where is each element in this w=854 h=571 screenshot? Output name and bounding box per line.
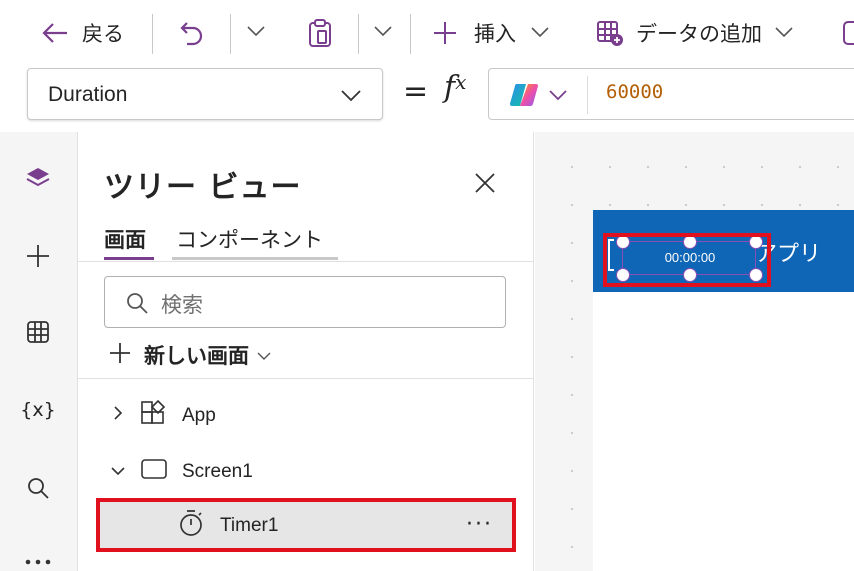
toolbar-separator: [230, 14, 231, 54]
undo-dropdown-chevron-icon[interactable]: [246, 20, 266, 40]
divider: [78, 261, 534, 262]
table-add-icon: [596, 19, 624, 47]
chevron-down-icon: [110, 461, 126, 483]
new-screen-button[interactable]: 新しい画面: [108, 338, 271, 372]
more-icon[interactable]: [22, 546, 54, 571]
search-placeholder: 検索: [161, 293, 203, 317]
annotation-highlight: [603, 233, 771, 287]
undo-button[interactable]: [178, 14, 206, 52]
node-label: Screen1: [182, 461, 253, 482]
clipboard-icon: [306, 18, 334, 48]
close-icon[interactable]: [474, 172, 496, 198]
tree-node-app[interactable]: App: [112, 396, 216, 436]
toolbar-separator: [152, 14, 153, 54]
paste-button[interactable]: [306, 14, 334, 52]
equals-sign: =: [403, 74, 429, 109]
screen-icon: [140, 458, 168, 486]
app-icon: [140, 399, 166, 432]
property-name: Duration: [48, 83, 128, 106]
insert-button[interactable]: 挿入: [432, 14, 550, 52]
plus-icon: [432, 20, 458, 46]
add-data-button[interactable]: データの追加: [596, 14, 794, 52]
insert-plus-icon[interactable]: [22, 240, 54, 272]
variables-icon[interactable]: {x}: [20, 394, 55, 426]
back-label: 戻る: [82, 22, 124, 46]
plus-icon: [108, 341, 132, 370]
copilot-icon: [508, 80, 538, 114]
chevron-down-icon: [530, 21, 550, 46]
search-icon: [125, 291, 149, 319]
chevron-down-icon: [257, 343, 271, 367]
add-data-label: データの追加: [636, 22, 762, 46]
insert-label: 挿入: [474, 22, 516, 46]
back-button[interactable]: 戻る: [40, 14, 124, 52]
undo-icon: [178, 19, 206, 47]
left-rail: {x}: [0, 132, 78, 571]
command-bar: 戻る 挿入 データの追加: [0, 0, 854, 64]
panel-title: ツリー ビュー: [104, 170, 302, 205]
tree-node-screen1[interactable]: Screen1: [110, 452, 253, 492]
chevron-down-icon: [774, 21, 794, 46]
data-table-icon[interactable]: [22, 316, 54, 348]
node-label: App: [182, 405, 216, 426]
paste-dropdown-chevron-icon[interactable]: [373, 20, 393, 40]
search-input[interactable]: 検索: [104, 276, 506, 328]
tab-screens[interactable]: 画面: [104, 224, 146, 254]
divider: [78, 378, 534, 379]
tab-components[interactable]: コンポーネント: [176, 224, 323, 254]
chevron-down-icon: [548, 86, 568, 108]
new-screen-label: 新しい画面: [144, 344, 249, 368]
back-arrow-icon: [40, 21, 70, 45]
annotation-highlight: [96, 498, 516, 552]
property-dropdown[interactable]: Duration: [27, 68, 383, 120]
search-icon[interactable]: [22, 472, 54, 504]
active-tab-underline: [104, 257, 154, 260]
chevron-down-icon: [340, 85, 362, 109]
layers-icon[interactable]: [22, 162, 54, 194]
copilot-button[interactable]: [500, 76, 588, 114]
formula-value: 60000: [606, 81, 664, 103]
overflow-command-icon[interactable]: [842, 14, 854, 52]
chevron-right-icon: [112, 405, 124, 427]
toolbar-separator: [358, 14, 359, 54]
toolbar-separator: [410, 14, 411, 54]
fx-icon[interactable]: fx: [444, 70, 466, 105]
tab-underline: [172, 257, 338, 260]
